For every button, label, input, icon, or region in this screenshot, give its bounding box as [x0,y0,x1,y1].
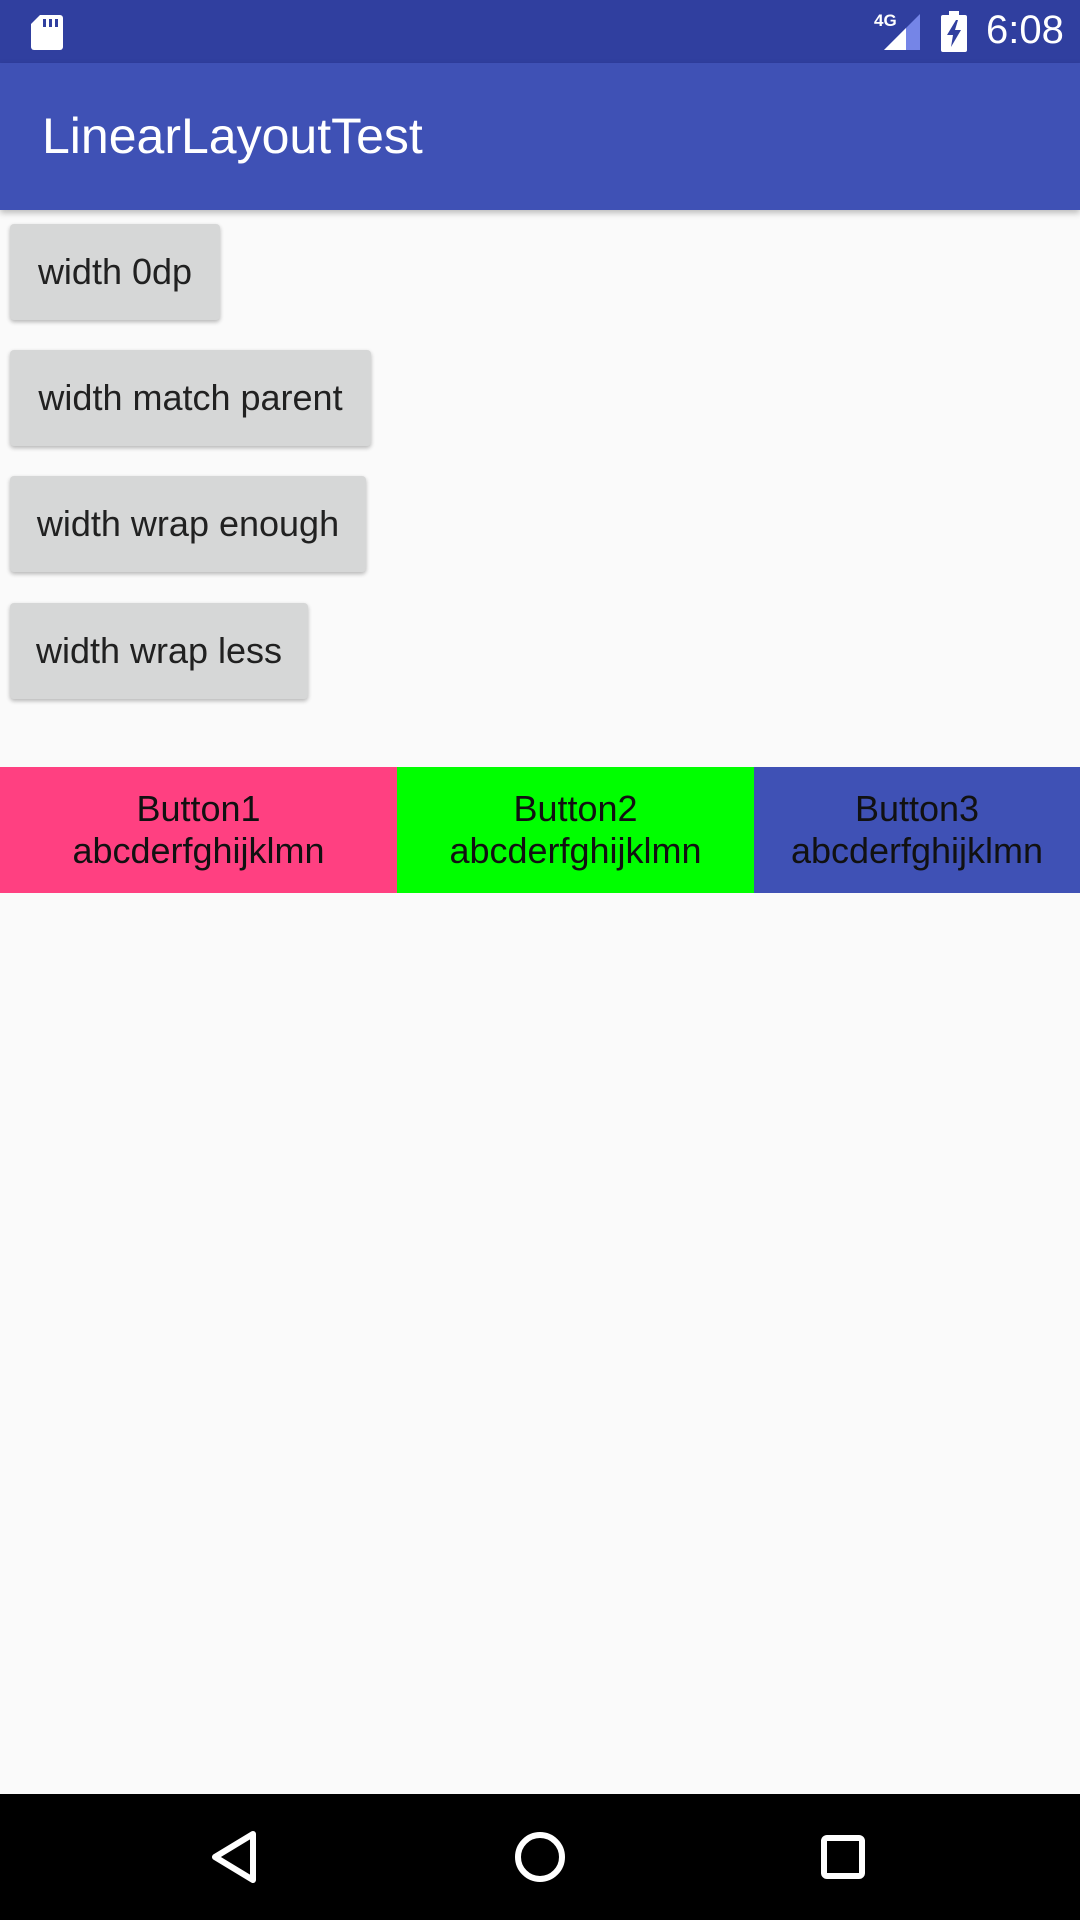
status-bar: 4G 6:08 [0,0,1080,63]
clock: 6:08 [986,8,1064,52]
colored-button-row: Button1 abcderfghijklmn Button2 abcderfg… [0,767,1080,893]
button2-title: Button2 [513,788,638,829]
recents-icon[interactable] [808,1822,878,1892]
back-icon[interactable] [201,1822,271,1892]
battery-charging-icon [941,11,967,52]
app-title: LinearLayoutTest [42,108,423,164]
signal-icon [884,14,920,50]
button2-subtitle: abcderfghijklmn [449,830,702,871]
button1-subtitle: abcderfghijklmn [72,830,325,871]
button3-subtitle: abcderfghijklmn [790,830,1044,871]
button1[interactable]: Button1 abcderfghijklmn [0,767,397,893]
width-match-parent-button[interactable]: width match parent [10,350,371,446]
app-bar: LinearLayoutTest [0,63,1080,210]
button3-title: Button3 [854,788,980,829]
button2[interactable]: Button2 abcderfghijklmn [397,767,754,893]
button1-title: Button1 [136,788,261,829]
sd-card-icon [31,15,63,50]
button3[interactable]: Button3 abcderfghijklmn [754,767,1080,893]
navigation-bar [0,1794,1080,1920]
width-wrap-enough-button[interactable]: width wrap enough [10,476,366,572]
home-icon[interactable] [505,1822,575,1892]
width-wrap-less-button[interactable]: width wrap less [10,603,308,699]
width-0dp-button[interactable]: width 0dp [10,224,220,320]
